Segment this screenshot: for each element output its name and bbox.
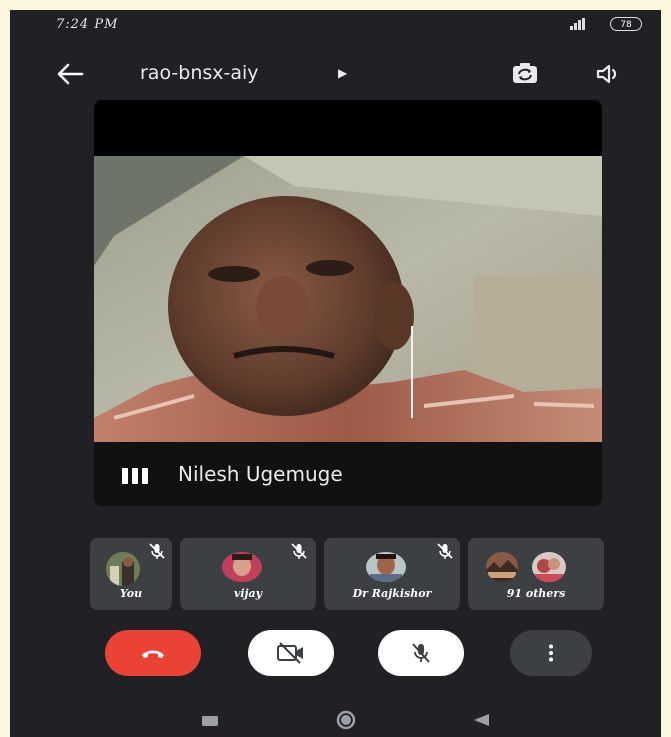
avatar [222, 552, 262, 582]
mic-off-icon [409, 641, 433, 669]
more-options-button[interactable] [510, 630, 592, 676]
speaker-name: Nilesh Ugemuge [178, 462, 343, 486]
avatar [366, 552, 406, 582]
mic-off-icon [436, 542, 454, 560]
circle-icon[interactable] [332, 708, 360, 736]
phone-hangup-icon [139, 643, 167, 667]
main-video-tile[interactable]: Nilesh Ugemuge [94, 100, 602, 506]
battery-icon: 78 [610, 17, 642, 31]
meeting-code[interactable]: rao-bnsx-aiy [140, 62, 259, 84]
switch-camera-icon[interactable] [510, 60, 540, 88]
signal-icon [570, 18, 585, 30]
status-time: 7:24 PM [56, 17, 119, 32]
participant-thumb-you[interactable]: You [90, 538, 172, 610]
mic-toggle-button[interactable] [378, 630, 464, 676]
avatar [486, 552, 518, 582]
video-off-icon [276, 642, 306, 668]
more-vert-icon [547, 644, 555, 666]
mic-off-icon [290, 542, 308, 560]
participant-label: vijay [233, 587, 263, 600]
square-icon[interactable] [200, 713, 220, 732]
camera-toggle-button[interactable] [248, 630, 334, 676]
speaker-name-bar: Nilesh Ugemuge [94, 442, 602, 506]
participant-video [94, 156, 602, 442]
status-bar: 7:24 PM 78 [10, 10, 661, 40]
mic-off-icon [148, 542, 166, 560]
triangle-back-icon[interactable] [472, 712, 492, 732]
end-call-button[interactable] [105, 630, 201, 676]
speaker-icon[interactable] [594, 60, 622, 88]
participant-label: 91 others [506, 587, 566, 600]
participant-label: You [119, 587, 143, 600]
meet-call-screen: 7:24 PM 78 rao-bnsx-aiy ▶ Nilesh Ugemuge… [10, 10, 661, 737]
avatar [106, 552, 140, 586]
audio-level-icon [122, 468, 152, 484]
participant-thumb-dr-rajkishor[interactable]: Dr Rajkishor [324, 538, 460, 610]
participant-label: Dr Rajkishor [352, 587, 432, 600]
participant-thumb-vijay[interactable]: vijay [180, 538, 316, 610]
app-bar: rao-bnsx-aiy ▶ [10, 48, 661, 100]
avatar [532, 552, 566, 582]
arrow-left-icon[interactable] [54, 60, 86, 88]
caret-right-icon[interactable]: ▶ [338, 66, 347, 80]
participant-thumb-others[interactable]: 91 others [468, 538, 604, 610]
